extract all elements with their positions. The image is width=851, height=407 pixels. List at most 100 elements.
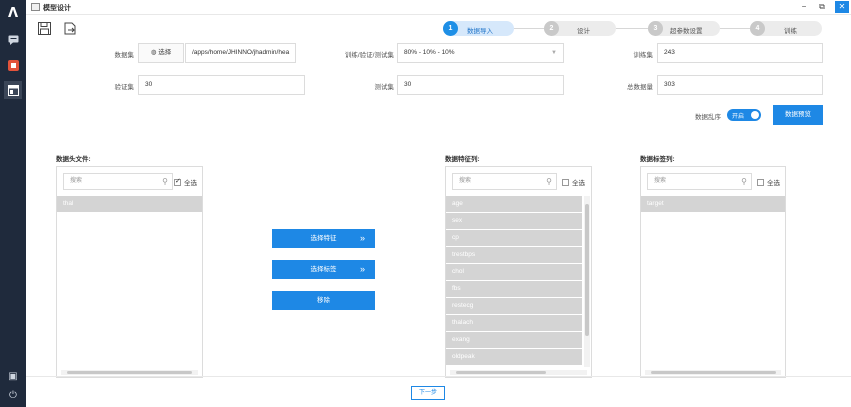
dataset-path-field[interactable]: /apps/home/JHINNO/jhadmin/hea <box>185 43 296 63</box>
monitor-icon[interactable]: ▣ <box>6 370 20 384</box>
remove-label: 移除 <box>317 297 330 304</box>
vertical-scrollbar[interactable] <box>584 196 590 367</box>
step-number: 2 <box>544 21 559 36</box>
list-item[interactable]: fbs <box>446 281 582 297</box>
browse-label: 选择 <box>158 49 172 56</box>
minimize-button[interactable]: − <box>797 1 811 13</box>
window-title: 模型设计 <box>43 5 71 12</box>
select-label-button[interactable]: 选择标签 » <box>272 260 375 279</box>
select-all-label: 全选 <box>184 180 197 187</box>
step-label: 数据导入 <box>467 28 493 35</box>
step-number: 4 <box>750 21 765 36</box>
list-item[interactable]: thalach <box>446 315 582 331</box>
step-number: 3 <box>648 21 663 36</box>
toggle-state: 开启 <box>732 114 745 120</box>
list-item[interactable]: cp <box>446 230 582 246</box>
browse-button[interactable]: ◍ 选择 <box>138 43 184 63</box>
features-title: 数据特征列: <box>445 156 480 163</box>
chevron-down-icon: ▼ <box>551 50 557 56</box>
remove-button[interactable]: 移除 <box>272 291 375 310</box>
select-feature-button[interactable]: 选择特征 » <box>272 229 375 248</box>
step-label: 超参数设置 <box>670 28 703 35</box>
horizontal-scrollbar[interactable] <box>450 370 587 375</box>
title-bar: 模型设计 − ⧉ ✕ <box>26 0 851 15</box>
search-icon: ⚲ <box>162 177 168 186</box>
labels-list: target <box>641 196 785 213</box>
restore-button[interactable]: ⧉ <box>815 1 829 13</box>
labels-title: 数据标签列: <box>640 156 675 163</box>
double-chevron-right-icon: » <box>359 264 365 274</box>
total-field[interactable]: 303 <box>657 75 823 95</box>
list-item[interactable]: chol <box>446 264 582 280</box>
list-item[interactable]: trestbps <box>446 247 582 263</box>
save-icon[interactable] <box>38 22 51 35</box>
header-files-panel: 搜索 ⚲ 全选 thal <box>56 166 203 378</box>
features-search[interactable]: 搜索 ⚲ <box>452 173 557 190</box>
header-files-search[interactable]: 搜索 ⚲ <box>63 173 173 190</box>
scroll-thumb[interactable] <box>651 371 776 374</box>
select-all-label: 全选 <box>572 180 585 187</box>
select-label-label: 选择标签 <box>310 266 337 273</box>
train-label: 训练集 <box>633 52 654 59</box>
header-files-list: thal <box>57 196 202 213</box>
step-data-import[interactable]: 1 数据导入 <box>443 21 514 36</box>
scroll-thumb[interactable] <box>456 371 546 374</box>
scroll-thumb[interactable] <box>585 204 589 336</box>
step-train[interactable]: 4 训练 <box>750 21 822 36</box>
search-icon: ⚲ <box>546 177 552 186</box>
split-select[interactable]: 80% - 10% - 10% ▼ <box>397 43 564 63</box>
test-label: 测试集 <box>374 84 395 91</box>
app-logo-icon: Λ <box>7 6 19 21</box>
list-item[interactable]: exang <box>446 332 582 348</box>
step-hyperparams[interactable]: 3 超参数设置 <box>648 21 720 36</box>
search-placeholder: 搜索 <box>654 178 667 184</box>
labels-search[interactable]: 搜索 ⚲ <box>647 173 752 190</box>
step-number: 1 <box>443 21 458 36</box>
checkbox-icon <box>757 178 764 186</box>
step-label: 训练 <box>784 28 797 35</box>
checkbox-icon <box>174 177 181 186</box>
shuffle-label: 数据乱序 <box>695 114 721 121</box>
list-item[interactable]: thal <box>57 196 202 212</box>
split-label: 训练/验证/测试集 <box>344 52 394 59</box>
total-label: 总数据量 <box>627 84 653 91</box>
next-button[interactable]: 下一步 <box>411 386 445 400</box>
left-sidebar: Λ ▣ ⏻ <box>0 0 26 407</box>
double-chevron-right-icon: » <box>359 233 365 243</box>
horizontal-scrollbar[interactable] <box>645 370 781 375</box>
chat-icon[interactable] <box>4 31 22 49</box>
labels-select-all[interactable]: 全选 <box>757 177 780 187</box>
features-list: age sex cp trestbps chol fbs restecg tha… <box>446 196 582 366</box>
scroll-thumb[interactable] <box>67 371 192 374</box>
step-connector <box>616 28 648 29</box>
search-placeholder: 搜索 <box>459 178 472 184</box>
search-placeholder: 搜索 <box>70 178 83 184</box>
horizontal-scrollbar[interactable] <box>61 370 198 375</box>
dataset-label: 数据集 <box>114 52 135 59</box>
footer-divider <box>26 376 851 377</box>
train-field[interactable]: 243 <box>657 43 823 63</box>
labels-panel: 搜索 ⚲ 全选 target <box>640 166 786 378</box>
val-field[interactable]: 30 <box>138 75 305 95</box>
power-icon[interactable]: ⏻ <box>6 389 20 403</box>
list-item[interactable]: oldpeak <box>446 349 582 365</box>
list-item[interactable]: age <box>446 196 582 212</box>
close-button[interactable]: ✕ <box>835 1 849 13</box>
data-preview-button[interactable]: 数据预览 <box>773 105 823 125</box>
window-title-icon <box>31 3 40 11</box>
step-design[interactable]: 2 设计 <box>544 21 616 36</box>
shuffle-toggle[interactable]: 开启 <box>727 109 761 121</box>
window-icon[interactable] <box>4 81 22 99</box>
app-icon[interactable] <box>4 56 22 74</box>
test-field[interactable]: 30 <box>397 75 564 95</box>
list-item[interactable]: sex <box>446 213 582 229</box>
header-files-select-all[interactable]: 全选 <box>174 177 197 187</box>
export-icon[interactable] <box>64 22 77 35</box>
step-connector <box>720 28 750 29</box>
step-label: 设计 <box>577 28 590 35</box>
search-icon: ⚲ <box>741 177 747 186</box>
step-connector <box>514 28 544 29</box>
features-select-all[interactable]: 全选 <box>562 177 585 187</box>
list-item[interactable]: target <box>641 196 785 212</box>
list-item[interactable]: restecg <box>446 298 582 314</box>
